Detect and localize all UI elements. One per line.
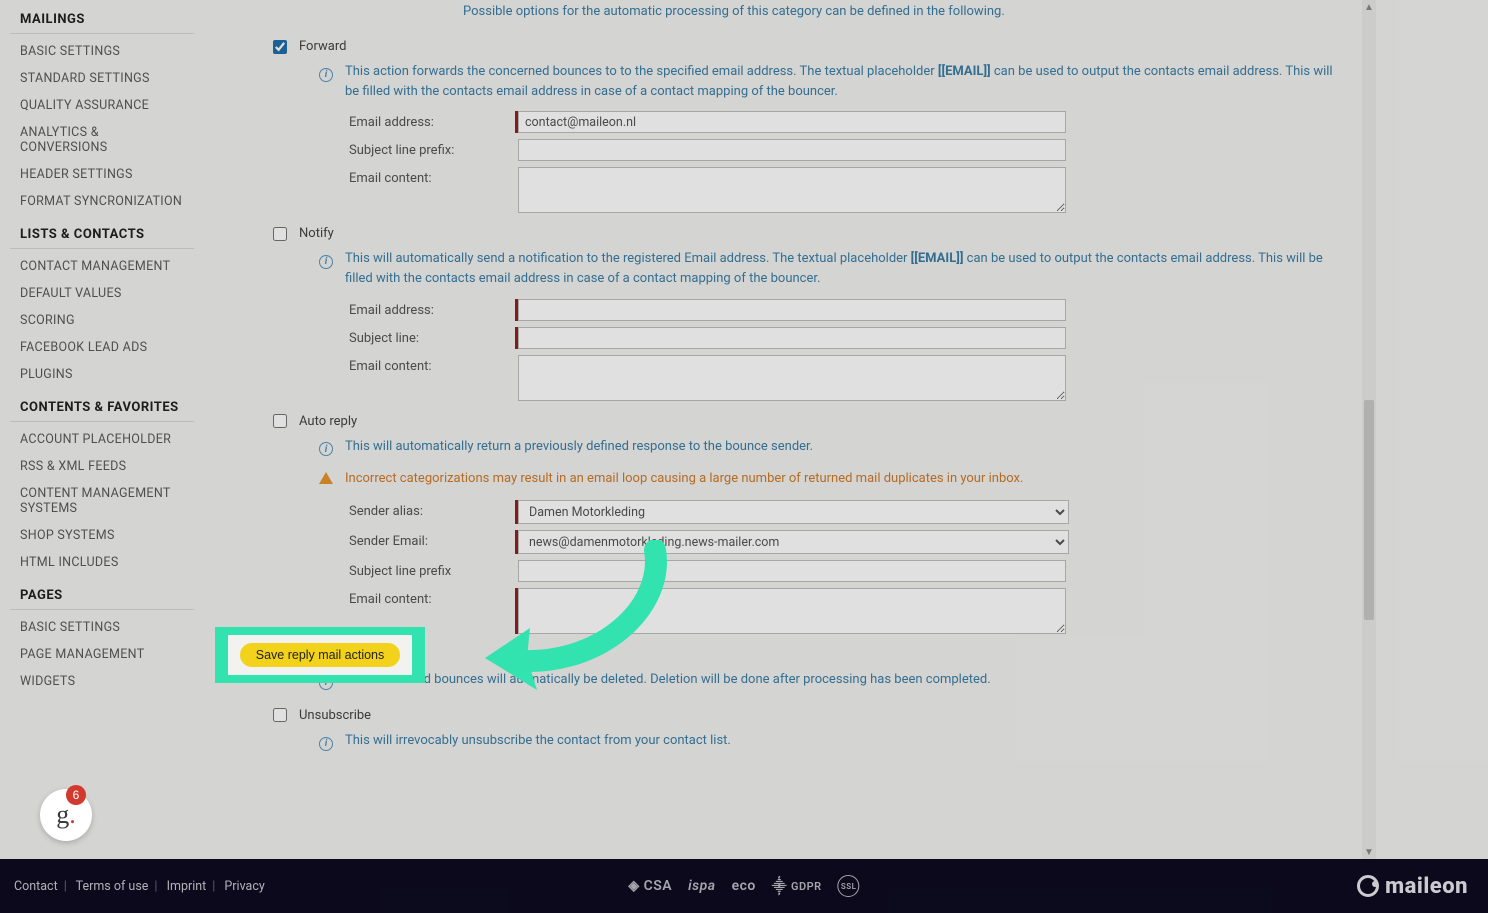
forward-subject-label: Subject line prefix: bbox=[349, 139, 515, 158]
forward-subject-input[interactable] bbox=[518, 139, 1066, 161]
sidebar-item-facebook-lead-ads[interactable]: FACEBOOK LEAD ADS bbox=[10, 334, 194, 361]
sidebar-heading-lists-contacts: LISTS & CONTACTS bbox=[10, 215, 194, 249]
autoreply-alias-select[interactable]: Damen Motorkleding bbox=[518, 500, 1069, 524]
notify-desc: This will automatically send a notificat… bbox=[345, 249, 1345, 289]
footer: Contact| Terms of use| Imprint| Privacy … bbox=[0, 859, 1488, 913]
sidebar-item-content-management-systems[interactable]: CONTENT MANAGEMENT SYSTEMS bbox=[10, 480, 194, 522]
sidebar-item-quality-assurance[interactable]: QUALITY ASSURANCE bbox=[10, 92, 194, 119]
sidebar: MAILINGS BASIC SETTINGS STANDARD SETTING… bbox=[0, 0, 204, 715]
scroll-up-icon[interactable]: ▲ bbox=[1362, 0, 1376, 14]
autoreply-warning: Incorrect categorizations may result in … bbox=[345, 469, 1023, 491]
unsubscribe-desc: This will irrevocably unsubscribe the co… bbox=[345, 731, 731, 753]
scroll-down-icon[interactable]: ▼ bbox=[1362, 845, 1376, 859]
notify-checkbox[interactable] bbox=[273, 227, 287, 241]
footer-link-imprint[interactable]: Imprint bbox=[167, 879, 207, 894]
forward-desc: This action forwards the concerned bounc… bbox=[345, 62, 1345, 102]
maileon-logo: maileon bbox=[1357, 874, 1468, 899]
action-unsubscribe: Unsubscribe i This will irrevocably unsu… bbox=[215, 704, 1375, 759]
scroll-thumb[interactable] bbox=[1364, 400, 1374, 620]
notify-email-label: Email address: bbox=[349, 299, 515, 318]
sidebar-item-account-placeholder[interactable]: ACCOUNT PLACEHOLDER bbox=[10, 426, 194, 453]
action-autoreply: Auto reply i This will automatically ret… bbox=[215, 410, 1375, 637]
sidebar-item-plugins[interactable]: PLUGINS bbox=[10, 361, 194, 388]
autoreply-subject-label: Subject line prefix bbox=[349, 560, 515, 579]
info-icon: i bbox=[319, 733, 335, 753]
csa-logo-icon: ◈CSA bbox=[628, 878, 672, 894]
autoreply-sender-label: Sender Email: bbox=[349, 530, 515, 549]
save-highlight: Save reply mail actions bbox=[215, 627, 425, 683]
badge-count: 6 bbox=[66, 785, 86, 805]
sidebar-item-default-values[interactable]: DEFAULT VALUES bbox=[10, 280, 194, 307]
autoreply-sender-select[interactable]: news@damenmotorkleding.news-mailer.com bbox=[518, 530, 1069, 554]
autoreply-content-label: Email content: bbox=[349, 588, 515, 607]
footer-link-contact[interactable]: Contact bbox=[14, 879, 58, 894]
notify-email-input[interactable] bbox=[518, 299, 1066, 321]
autoreply-alias-label: Sender alias: bbox=[349, 500, 515, 519]
sidebar-heading-mailings: MAILINGS bbox=[10, 0, 194, 34]
save-reply-mail-actions-button[interactable]: Save reply mail actions bbox=[240, 643, 401, 667]
sidebar-item-rss-xml-feeds[interactable]: RSS & XML FEEDS bbox=[10, 453, 194, 480]
info-icon: i bbox=[319, 64, 335, 102]
autoreply-label: Auto reply bbox=[299, 414, 357, 429]
sidebar-item-contact-management[interactable]: CONTACT MANAGEMENT bbox=[10, 253, 194, 280]
sidebar-item-header-settings[interactable]: HEADER SETTINGS bbox=[10, 161, 194, 188]
forward-email-input[interactable] bbox=[518, 111, 1066, 133]
notify-content-label: Email content: bbox=[349, 355, 515, 374]
notify-content-textarea[interactable] bbox=[518, 355, 1066, 401]
notify-subject-label: Subject line: bbox=[349, 327, 515, 346]
footer-link-terms[interactable]: Terms of use bbox=[76, 879, 149, 894]
ssl-logo-icon: SSL bbox=[838, 875, 860, 897]
info-icon: i bbox=[319, 251, 335, 289]
eco-logo-icon: eco bbox=[732, 878, 756, 894]
unsubscribe-checkbox[interactable] bbox=[273, 708, 287, 722]
sidebar-item-scoring[interactable]: SCORING bbox=[10, 307, 194, 334]
autoreply-content-textarea[interactable] bbox=[518, 588, 1066, 634]
info-icon: i bbox=[319, 439, 335, 459]
maileon-logo-icon bbox=[1357, 875, 1379, 897]
autoreply-checkbox[interactable] bbox=[273, 414, 287, 428]
footer-link-privacy[interactable]: Privacy bbox=[224, 879, 264, 894]
help-widget-badge[interactable]: g. 6 bbox=[40, 789, 92, 841]
sidebar-item-page-management[interactable]: PAGE MANAGEMENT bbox=[10, 641, 194, 668]
vertical-scrollbar[interactable]: ▲ ▼ bbox=[1362, 0, 1376, 859]
sidebar-item-pages-basic-settings[interactable]: BASIC SETTINGS bbox=[10, 614, 194, 641]
action-notify: Notify i This will automatically send a … bbox=[215, 222, 1375, 403]
gdpr-logo-icon: ⸎GDPR bbox=[772, 877, 822, 896]
footer-certifications: ◈CSA ispa eco ⸎GDPR SSL bbox=[628, 875, 859, 897]
forward-checkbox[interactable] bbox=[273, 40, 287, 54]
category-info: Possible options for the automatic proce… bbox=[215, 0, 1375, 29]
warning-icon bbox=[319, 471, 335, 491]
autoreply-subject-input[interactable] bbox=[518, 560, 1066, 582]
sidebar-item-standard-settings[interactable]: STANDARD SETTINGS bbox=[10, 65, 194, 92]
sidebar-item-format-syncronization[interactable]: FORMAT SYNCRONIZATION bbox=[10, 188, 194, 215]
forward-email-label: Email address: bbox=[349, 111, 515, 130]
unsubscribe-label: Unsubscribe bbox=[299, 708, 371, 723]
forward-label: Forward bbox=[299, 39, 346, 54]
forward-content-textarea[interactable] bbox=[518, 167, 1066, 213]
action-forward: Forward i This action forwards the conce… bbox=[215, 35, 1375, 216]
sidebar-item-widgets[interactable]: WIDGETS bbox=[10, 668, 194, 695]
sidebar-item-shop-systems[interactable]: SHOP SYSTEMS bbox=[10, 522, 194, 549]
sidebar-item-html-includes[interactable]: HTML INCLUDES bbox=[10, 549, 194, 576]
delete-desc: The concerned bounces will autmatically … bbox=[345, 670, 991, 692]
notify-subject-input[interactable] bbox=[518, 327, 1066, 349]
sidebar-heading-contents-favorites: CONTENTS & FAVORITES bbox=[10, 388, 194, 422]
sidebar-item-analytics-conversions[interactable]: ANALYTICS & CONVERSIONS bbox=[10, 119, 194, 161]
ispa-logo-icon: ispa bbox=[688, 878, 715, 894]
notify-label: Notify bbox=[299, 226, 334, 241]
autoreply-desc: This will automatically return a previou… bbox=[345, 437, 813, 459]
sidebar-heading-pages: PAGES bbox=[10, 576, 194, 610]
badge-letter: g bbox=[56, 800, 69, 830]
forward-content-label: Email content: bbox=[349, 167, 515, 186]
sidebar-item-basic-settings[interactable]: BASIC SETTINGS bbox=[10, 38, 194, 65]
footer-links: Contact| Terms of use| Imprint| Privacy bbox=[14, 879, 265, 894]
